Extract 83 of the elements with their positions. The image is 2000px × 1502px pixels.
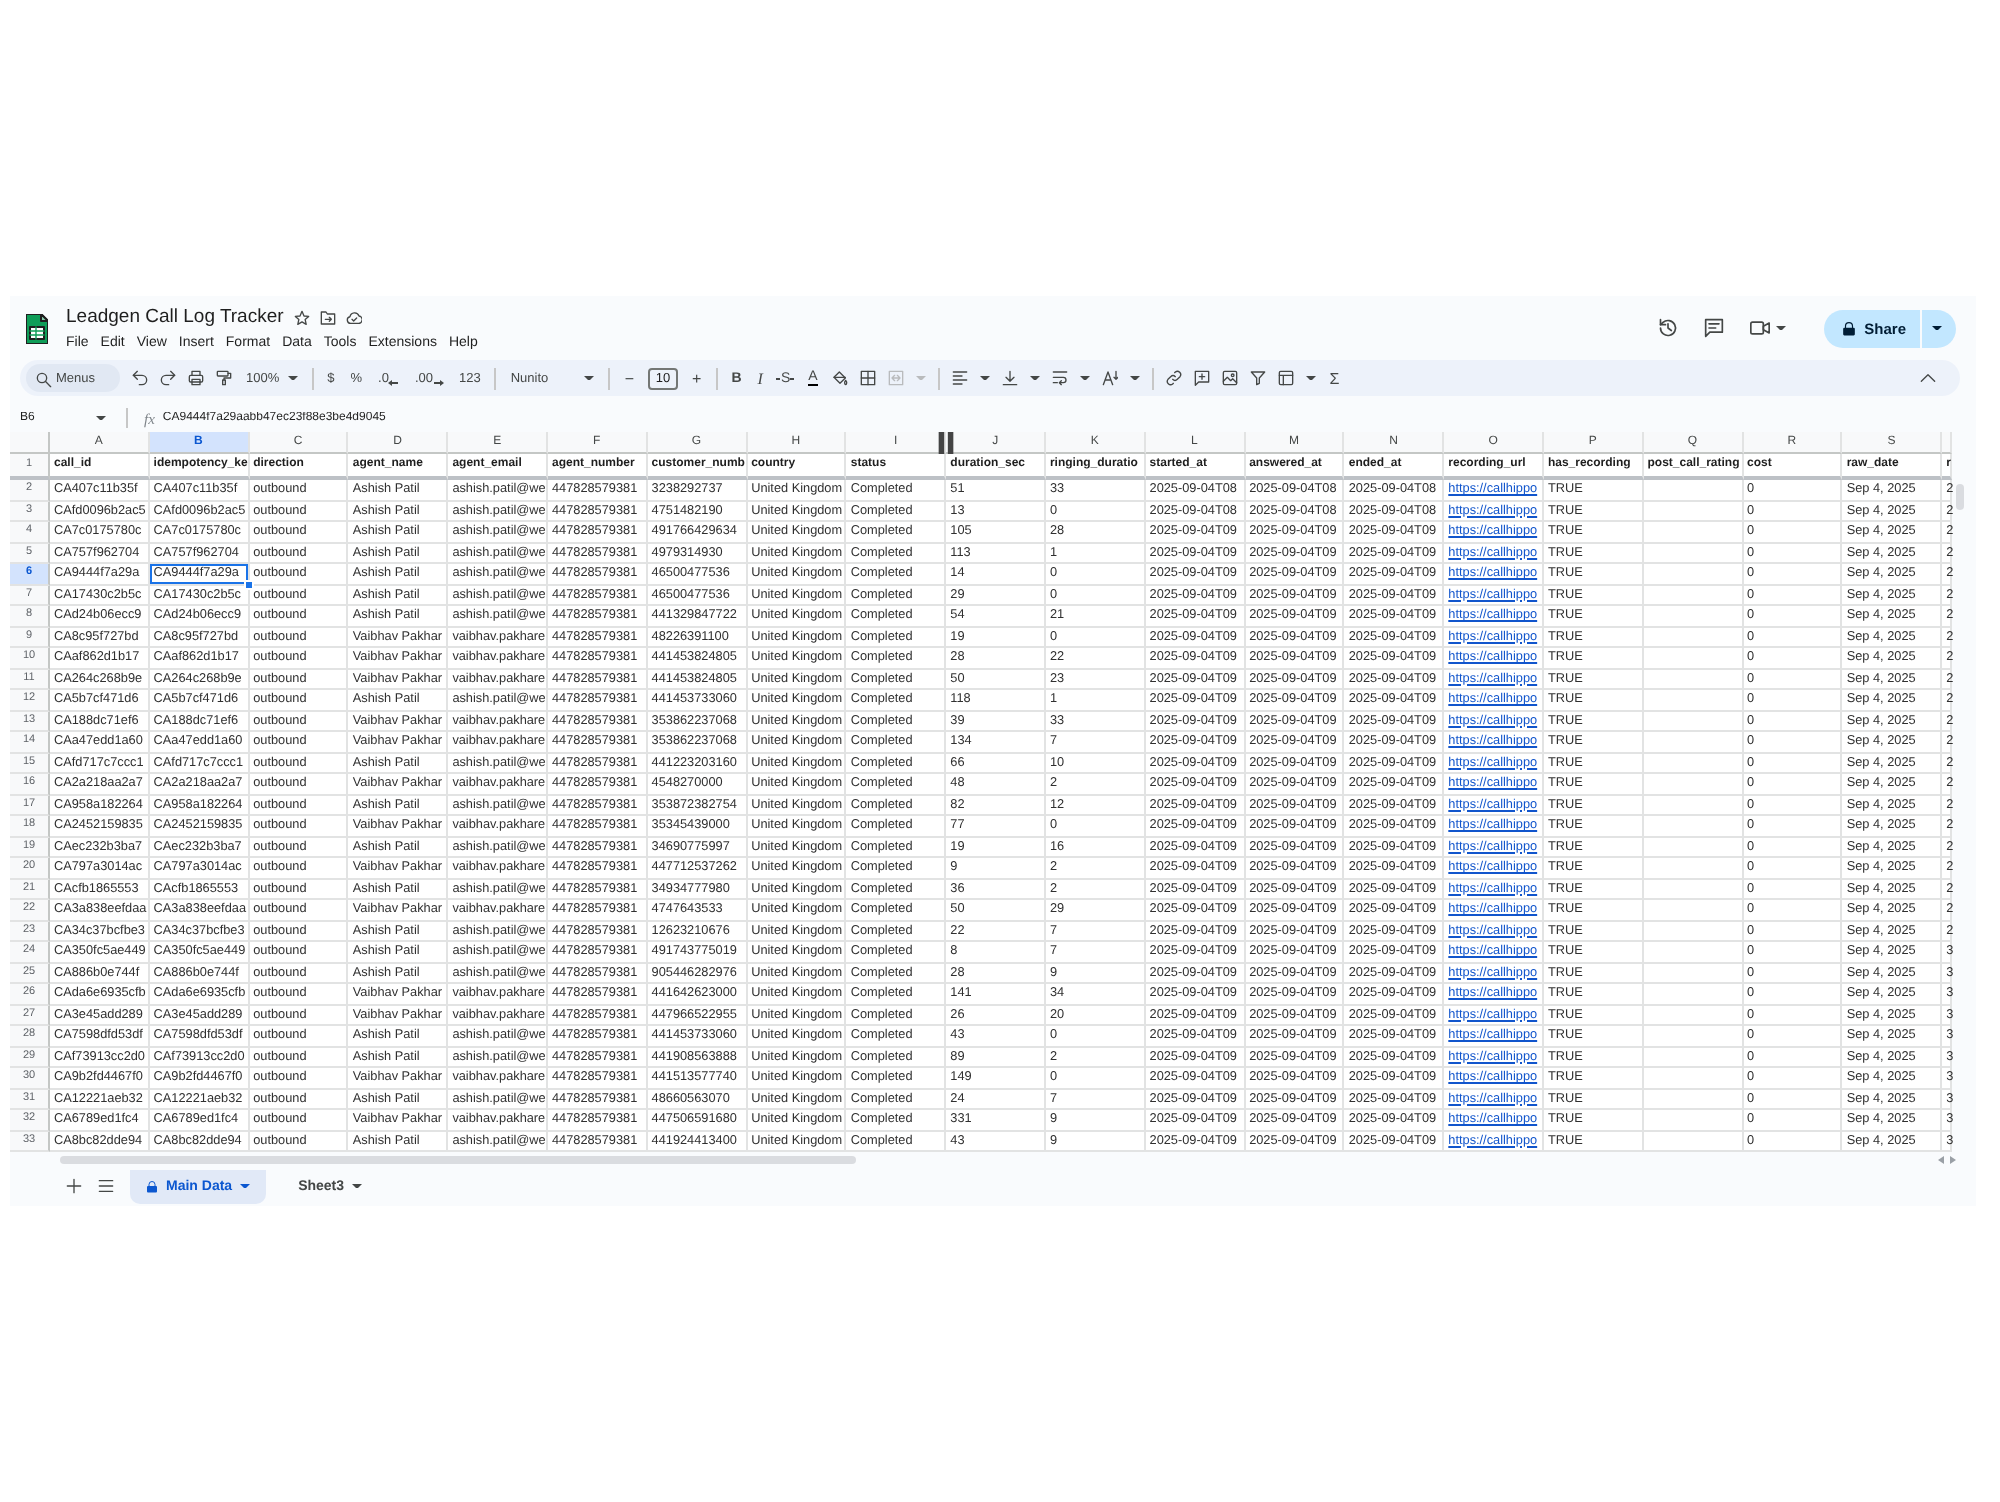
empty-cell: [1643, 732, 1744, 753]
empty-cell: [1643, 795, 1744, 816]
empty-cell: [1643, 900, 1744, 921]
undo-icon[interactable]: [132, 370, 148, 386]
paint-roller-icon[interactable]: [216, 370, 232, 386]
empty-cell: [1643, 501, 1744, 522]
empty-cell: [1643, 837, 1744, 858]
add-comment-icon[interactable]: [1193, 370, 1210, 386]
print-icon[interactable]: [188, 370, 204, 386]
caret-icon[interactable]: [1776, 325, 1787, 331]
empty-cell: [1643, 858, 1744, 879]
functions-button[interactable]: Σ: [1327, 364, 1342, 392]
caret-icon[interactable]: [1029, 375, 1040, 381]
empty-cell: [1643, 1110, 1744, 1131]
empty-cell: [1643, 480, 1744, 501]
decrease-font-size-button[interactable]: −: [622, 364, 637, 392]
empty-cell: [1643, 522, 1744, 543]
empty-cell: [1643, 921, 1744, 942]
caret-icon: [287, 375, 298, 381]
empty-cell: [1643, 816, 1744, 837]
link-icon[interactable]: [1165, 370, 1182, 386]
empty-cell: [1643, 606, 1744, 627]
chevron-up-icon[interactable]: [1920, 370, 1936, 386]
resize-cursor-icon: [938, 432, 954, 454]
lock-icon: [1842, 321, 1857, 335]
empty-cell: [1643, 648, 1744, 669]
empty-cell: [1643, 1026, 1744, 1047]
empty-cell: [1643, 564, 1744, 585]
caret-icon[interactable]: [1079, 375, 1090, 381]
caret-icon: [584, 375, 595, 381]
video-camera-icon[interactable]: [1750, 318, 1771, 338]
empty-cell: [1643, 669, 1744, 690]
empty-cell: [1643, 1089, 1744, 1110]
caret-icon[interactable]: [1305, 375, 1316, 381]
caret-icon: [240, 1183, 251, 1189]
history-icon[interactable]: [1658, 318, 1679, 338]
scroll-left-icon[interactable]: [1938, 1155, 1944, 1163]
empty-cell: [1643, 585, 1744, 606]
empty-cell: [1643, 711, 1744, 732]
folder-icon[interactable]: [319, 309, 336, 325]
spreadsheet-logo-icon[interactable]: [26, 313, 48, 343]
empty-cell: [1643, 774, 1744, 795]
arrow-right-icon: [433, 380, 443, 386]
add-sheet-icon[interactable]: [66, 1178, 82, 1194]
arrow-left-icon: [388, 380, 399, 386]
empty-cell: [1643, 1047, 1744, 1068]
document-title[interactable]: Leadgen Call Log Tracker: [66, 305, 284, 329]
empty-cell: [1643, 753, 1744, 774]
empty-cell: [1643, 627, 1744, 648]
empty-cell: [1643, 984, 1744, 1005]
borders-icon[interactable]: [859, 370, 876, 386]
increase-font-size-button[interactable]: +: [690, 364, 704, 392]
fill-handle[interactable]: [244, 580, 255, 590]
caret-icon: [1932, 325, 1942, 331]
redo-icon[interactable]: [160, 370, 176, 386]
text-wrap-icon[interactable]: [1051, 370, 1068, 386]
empty-cell: [1643, 942, 1744, 963]
vertical-align-icon[interactable]: [1001, 370, 1018, 386]
image-icon[interactable]: [1221, 370, 1238, 386]
caret-icon[interactable]: [96, 415, 106, 421]
empty-cell: [1643, 1005, 1744, 1026]
empty-cell: [1643, 543, 1744, 564]
empty-cell: [1643, 963, 1744, 984]
text-rotation-icon[interactable]: [1101, 370, 1118, 386]
caret-icon[interactable]: [979, 375, 990, 381]
share-dropdown-button[interactable]: [1922, 309, 1956, 347]
paint-bucket-icon[interactable]: [831, 370, 848, 386]
scrollbar-thumb[interactable]: [1956, 484, 1965, 510]
empty-cell: [1643, 879, 1744, 900]
all-sheets-menu-icon[interactable]: [98, 1178, 114, 1194]
filter-views-icon[interactable]: [1277, 370, 1294, 386]
comment-icon[interactable]: [1704, 318, 1725, 338]
empty-cell: [1643, 690, 1744, 711]
caret-icon[interactable]: [1129, 375, 1140, 381]
scroll-right-icon[interactable]: [1950, 1155, 1956, 1163]
filter-icon[interactable]: [1249, 370, 1266, 386]
cloud-icon: [345, 309, 362, 325]
star-icon[interactable]: [293, 309, 310, 325]
italic-button[interactable]: I: [755, 364, 765, 392]
empty-cell: [1643, 1068, 1744, 1089]
search-icon: [36, 371, 52, 387]
align-left-icon[interactable]: [951, 370, 968, 386]
caret-icon: [352, 1183, 363, 1189]
